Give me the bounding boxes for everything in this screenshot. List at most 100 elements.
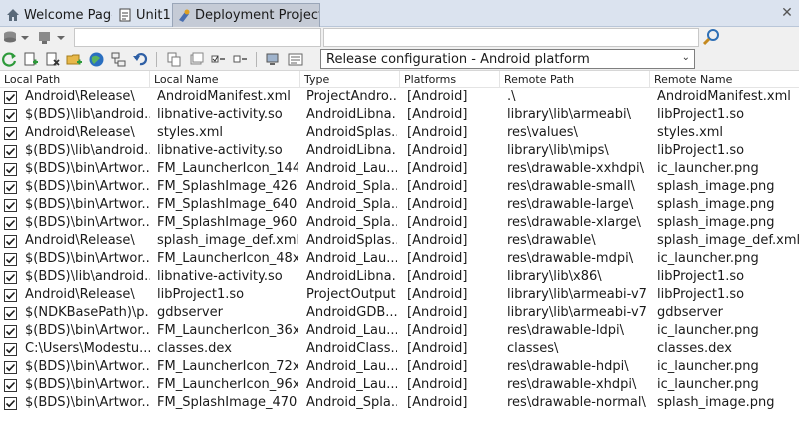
cell-type: AndroidLibna... <box>306 269 397 284</box>
deploy-checkbox[interactable] <box>4 271 17 284</box>
connect-icon[interactable] <box>110 51 127 68</box>
cell-local-name: libnative-activity.so <box>157 143 283 158</box>
search-field[interactable] <box>323 28 699 47</box>
cell-remote-name: ic_launcher.png <box>657 359 759 374</box>
deploy-globe-icon[interactable] <box>88 51 105 68</box>
remove-file-icon[interactable] <box>44 51 61 68</box>
grid-header: Local Path Local Name Type Platforms Rem… <box>0 71 799 88</box>
cell-remote-name: ic_launcher.png <box>657 323 759 338</box>
column-header-remote-name[interactable]: Remote Name <box>650 71 799 88</box>
table-row[interactable]: $(BDS)\bin\Artwor... FM_SplashImage_640..… <box>0 196 799 214</box>
deploy-checkbox[interactable] <box>4 217 17 230</box>
tab-label: Unit1 <box>136 7 170 23</box>
chevron-down-icon[interactable] <box>20 29 30 46</box>
cell-remote-name: AndroidManifest.xml <box>657 89 791 104</box>
cell-type: Android_Lau... <box>306 161 397 176</box>
table-row[interactable]: $(BDS)\bin\Artwor... FM_LauncherIcon_48x.… <box>0 250 799 268</box>
deploy-checkbox[interactable] <box>4 325 17 338</box>
deploy-checkbox[interactable] <box>4 397 17 410</box>
column-header-platforms[interactable]: Platforms <box>400 71 500 88</box>
table-row[interactable]: $(NDKBasePath)\p... gdbserver AndroidGDB..… <box>0 304 799 322</box>
table-row[interactable]: $(BDS)\bin\Artwor... FM_LauncherIcon_36x.… <box>0 322 799 340</box>
cell-local-path: $(BDS)\lib\android... <box>25 107 150 122</box>
refresh-icon[interactable] <box>1 51 18 68</box>
uncheck-list-icon[interactable] <box>232 51 249 68</box>
copy-icon[interactable] <box>166 51 183 68</box>
table-row[interactable]: Android\Release\ splash_image_def.xml Andr… <box>0 232 799 250</box>
table-row[interactable]: Android\Release\ AndroidManifest.xml Proje… <box>0 88 799 106</box>
cell-local-name: FM_SplashImage_426... <box>157 179 298 194</box>
configuration-select[interactable]: Release configuration - Android platform… <box>320 49 695 69</box>
table-row[interactable]: $(BDS)\lib\android... libnative-activity.… <box>0 142 799 160</box>
table-row[interactable]: Android\Release\ styles.xml AndroidSplas..… <box>0 124 799 142</box>
deploy-checkbox[interactable] <box>4 91 17 104</box>
tab-welcome-page[interactable]: Welcome Page <box>2 3 112 27</box>
table-row[interactable]: $(BDS)\bin\Artwor... FM_LauncherIcon_144.… <box>0 160 799 178</box>
table-row[interactable]: $(BDS)\bin\Artwor... FM_SplashImage_470..… <box>0 394 799 412</box>
search-input[interactable] <box>75 29 320 46</box>
cell-remote-name: gdbserver <box>657 305 723 320</box>
cell-local-name: splash_image_def.xml <box>157 233 298 248</box>
cell-local-path: C:\Users\Modestu... <box>25 341 150 356</box>
deploy-checkbox[interactable] <box>4 343 17 356</box>
table-row[interactable]: $(BDS)\bin\Artwor... FM_SplashImage_426..… <box>0 178 799 196</box>
settings-list-icon[interactable] <box>287 51 304 68</box>
table-row[interactable]: $(BDS)\lib\android... libnative-activity.… <box>0 268 799 286</box>
checkbox-list-icon[interactable] <box>210 51 227 68</box>
disk-stack-icon[interactable] <box>2 29 19 46</box>
cell-type: Android_Lau... <box>306 251 397 266</box>
cell-remote-path: res\drawable-xhdpi\ <box>507 377 637 392</box>
close-tab-icon[interactable]: ✕ <box>779 5 795 21</box>
chevron-down-icon[interactable] <box>56 29 66 46</box>
table-row[interactable]: $(BDS)\bin\Artwor... FM_LauncherIcon_72x.… <box>0 358 799 376</box>
column-header-local-path[interactable]: Local Path <box>0 71 150 88</box>
deploy-checkbox[interactable] <box>4 379 17 392</box>
add-file-icon[interactable] <box>22 51 39 68</box>
column-header-local-name[interactable]: Local Name <box>150 71 300 88</box>
tab-unit1[interactable]: Unit1 <box>114 3 170 27</box>
cell-remote-path: library\lib\armeabi-v7... <box>507 305 648 320</box>
deploy-checkbox[interactable] <box>4 109 17 122</box>
cell-local-name: FM_LauncherIcon_144... <box>157 161 298 176</box>
table-row[interactable]: $(BDS)\bin\Artwor... FM_SplashImage_960..… <box>0 214 799 232</box>
cell-local-path: $(BDS)\bin\Artwor... <box>25 215 150 230</box>
chevron-down-icon[interactable]: ⌄ <box>682 52 690 63</box>
search-filter-dropdown[interactable] <box>74 28 321 47</box>
cell-type: AndroidClass... <box>306 341 397 356</box>
computer-icon[interactable] <box>265 51 282 68</box>
tab-deployment-project1[interactable]: Deployment Project1 <box>172 3 320 27</box>
deploy-checkbox[interactable] <box>4 145 17 158</box>
cell-local-name: FM_LauncherIcon_36x... <box>157 323 298 338</box>
deploy-checkbox[interactable] <box>4 163 17 176</box>
deploy-checkbox[interactable] <box>4 199 17 212</box>
deploy-checkbox[interactable] <box>4 253 17 266</box>
column-header-remote-path[interactable]: Remote Path <box>500 71 650 88</box>
deploy-checkbox[interactable] <box>4 361 17 374</box>
cell-remote-name: libProject1.so <box>657 269 745 284</box>
deploy-checkbox[interactable] <box>4 181 17 194</box>
cell-local-name: FM_LauncherIcon_72x... <box>157 359 298 374</box>
cell-remote-name: styles.xml <box>657 125 724 140</box>
table-row[interactable]: Android\Release\ libProject1.so ProjectOut… <box>0 286 799 304</box>
device-icon[interactable] <box>36 29 53 46</box>
cell-local-path: $(BDS)\bin\Artwor... <box>25 323 150 338</box>
table-row[interactable]: C:\Users\Modestu... classes.dex AndroidCla… <box>0 340 799 358</box>
deploy-checkbox[interactable] <box>4 289 17 302</box>
cell-remote-name: splash_image.png <box>657 215 775 230</box>
cell-type: ProjectAndro... <box>306 89 397 104</box>
duplicate-icon[interactable] <box>188 51 205 68</box>
column-header-type[interactable]: Type <box>300 71 400 88</box>
deploy-checkbox[interactable] <box>4 235 17 248</box>
cell-remote-name: ic_launcher.png <box>657 377 759 392</box>
cell-local-path: Android\Release\ <box>25 287 135 302</box>
deploy-checkbox[interactable] <box>4 127 17 140</box>
home-icon <box>5 7 21 23</box>
cell-local-path: $(NDKBasePath)\p... <box>25 305 150 320</box>
search-icon[interactable] <box>701 28 721 47</box>
table-row[interactable]: $(BDS)\lib\android... libnative-activity.… <box>0 106 799 124</box>
revert-icon[interactable] <box>132 51 149 68</box>
deploy-checkbox[interactable] <box>4 307 17 320</box>
table-row[interactable]: $(BDS)\bin\Artwor... FM_LauncherIcon_96x.… <box>0 376 799 394</box>
toolbar-separator <box>156 52 157 67</box>
add-folder-icon[interactable] <box>66 51 83 68</box>
